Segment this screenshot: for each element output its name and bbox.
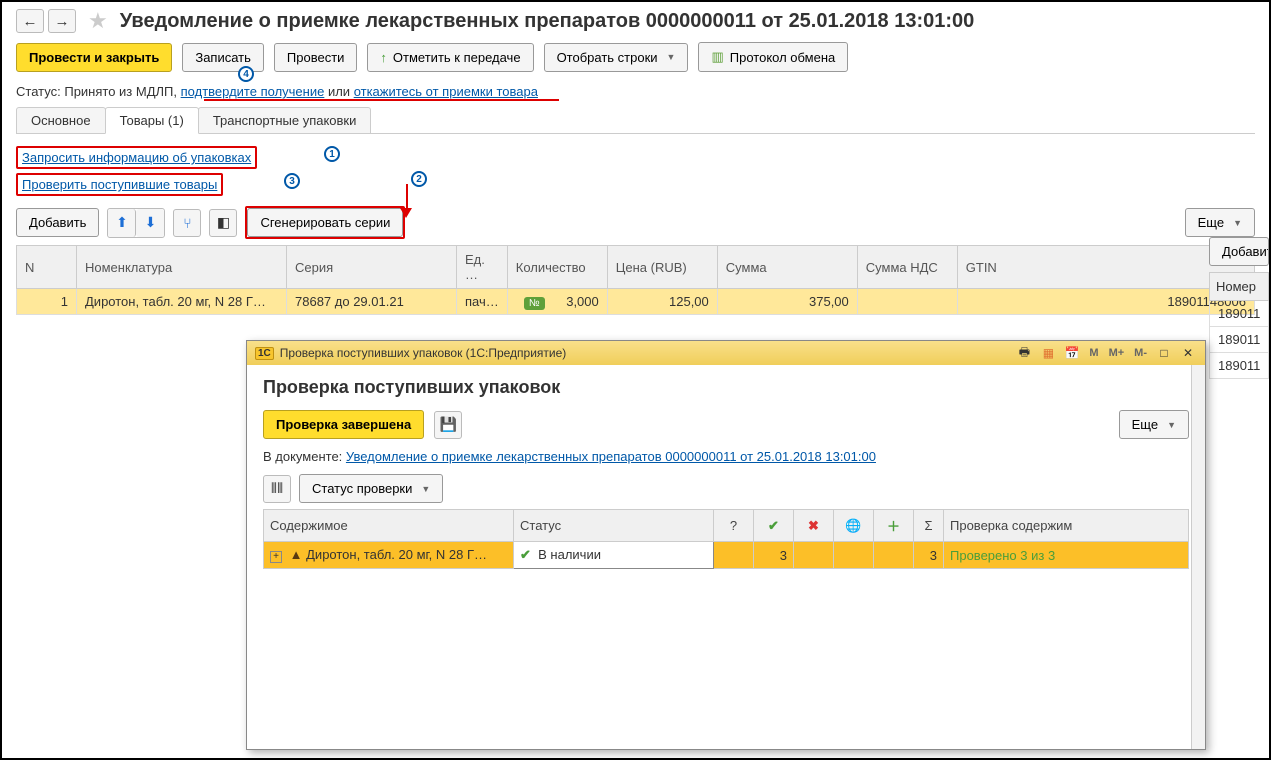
col-price[interactable]: Цена (RUB) [607,246,717,289]
generate-series-button[interactable]: Сгенерировать серии [247,208,403,237]
package-icon: ▲ [290,547,303,562]
callout-2: 2 [411,171,427,187]
scan-button[interactable]: ◧ [209,209,237,237]
memory-mminus-button[interactable]: M- [1132,347,1149,359]
chevron-down-icon: ▼ [1167,420,1176,430]
grid-icon[interactable]: ▦ [1039,345,1057,361]
col-cross[interactable]: ✖ [794,510,834,542]
check-results-table: Содержимое Статус ? ✔ ✖ 🌐 ＋ Σ Проверка с… [263,509,1189,569]
check-packages-dialog: 1C Проверка поступивших упаковок (1С:Пре… [246,340,1206,750]
chevron-down-icon: ▼ [1233,218,1242,228]
status-label: Статус: [16,84,61,99]
col-n[interactable]: N [17,246,77,289]
tab-packages[interactable]: Транспортные упаковки [198,107,372,133]
col-question[interactable]: ? [714,510,754,542]
callout-3: 3 [284,173,300,189]
add-row-button-side[interactable]: Добавить [1209,237,1269,266]
col-nomenclature[interactable]: Номенклатура [77,246,287,289]
status-value: Принято из МДЛП, [64,84,177,99]
reject-receipt-link[interactable]: откажитесь от приемки товара [354,84,538,99]
mark-transfer-button[interactable]: ↑ Отметить к передаче [367,43,533,72]
globe-icon: 🌐 [845,518,861,533]
print-icon[interactable]: 🖶 [1015,345,1033,361]
scrollbar[interactable] [1191,365,1205,749]
table-row[interactable]: 1 Диротон, табл. 20 мг, N 28 Г… 78687 до… [17,289,1255,315]
forward-button[interactable]: → [48,9,76,33]
chevron-down-icon: ▼ [421,484,430,494]
table-row[interactable]: + ▲ Диротон, табл. 20 мг, N 28 Г… ✔ В на… [264,542,1189,569]
close-icon[interactable]: ✕ [1179,345,1197,361]
col-qty[interactable]: Количество [507,246,607,289]
more-button[interactable]: Еще ▼ [1185,208,1255,237]
filter-button[interactable]: ⑂ [173,209,201,237]
request-package-info-link[interactable]: Запросить информацию об упаковках [22,150,251,165]
confirm-receipt-link[interactable]: подтвердите получение [181,84,325,99]
post-button[interactable]: Провести [274,43,358,72]
col-sigma[interactable]: Σ [914,510,944,542]
modal-more-button[interactable]: Еще ▼ [1119,410,1189,439]
col-status[interactable]: Статус [514,510,714,542]
col-unit[interactable]: Ед. … [457,246,508,289]
move-down-button[interactable]: ⬇ [136,209,164,237]
check-icon: ✔ [520,547,531,562]
check-incoming-goods-link[interactable]: Проверить поступившие товары [22,177,217,192]
app-icon: 1C [255,347,274,360]
table-row[interactable]: 189011 [1210,353,1269,379]
document-icon: ▥ [711,49,723,65]
col-number[interactable]: Номер [1210,273,1269,301]
callout-1: 1 [324,146,340,162]
callout-4: 4 [238,66,254,82]
save-icon-button[interactable]: 💾 [434,411,462,439]
col-vat[interactable]: Сумма НДС [857,246,957,289]
memory-mplus-button[interactable]: M+ [1107,347,1127,359]
check-icon: ✔ [768,518,779,533]
side-table: Номер 189011 189011 189011 [1209,272,1269,379]
tab-main[interactable]: Основное [16,107,106,133]
col-check-content[interactable]: Проверка содержим [944,510,1189,542]
maximize-icon[interactable]: □ [1155,345,1173,361]
col-globe[interactable]: 🌐 [834,510,874,542]
document-link[interactable]: Уведомление о приемке лекарственных преп… [346,449,876,464]
doc-label: В документе: [263,449,342,464]
tab-goods[interactable]: Товары (1) [105,107,199,134]
goods-table: N Номенклатура Серия Ед. … Количество Це… [16,245,1255,315]
back-button[interactable]: ← [16,9,44,33]
cross-icon: ✖ [808,518,819,533]
check-complete-button[interactable]: Проверка завершена [263,410,424,439]
add-row-button[interactable]: Добавить [16,208,99,237]
col-content[interactable]: Содержимое [264,510,514,542]
move-up-button[interactable]: ⬆ [108,209,136,237]
exchange-protocol-button[interactable]: ▥ Протокол обмена [698,42,848,72]
window-title: Проверка поступивших упаковок (1С:Предпр… [280,346,566,360]
save-button[interactable]: Записать [182,43,264,72]
arrow-up-icon: ↑ [380,50,387,65]
star-icon[interactable]: ★ [88,8,108,34]
memory-m-button[interactable]: M [1087,347,1100,359]
plus-icon: ＋ [887,519,900,534]
annotation-arrowhead [400,208,412,218]
col-check[interactable]: ✔ [754,510,794,542]
col-series[interactable]: Серия [287,246,457,289]
chevron-down-icon: ▼ [667,52,676,62]
post-and-close-button[interactable]: Провести и закрыть [16,43,172,72]
annotation-underline [204,99,559,101]
number-badge-icon: № [524,297,545,310]
dialog-title: Проверка поступивших упаковок [263,377,1189,398]
check-status-button[interactable]: Статус проверки ▼ [299,474,443,503]
calendar-icon[interactable]: 📅 [1063,345,1081,361]
table-row[interactable]: 189011 [1210,301,1269,327]
page-title: Уведомление о приемке лекарственных преп… [120,10,975,33]
expand-icon[interactable]: + [270,551,282,563]
col-plus[interactable]: ＋ [874,510,914,542]
table-row[interactable]: 189011 [1210,327,1269,353]
col-sum[interactable]: Сумма [717,246,857,289]
barcode-icon-button[interactable]: ⦀⦀ [263,475,291,503]
select-rows-button[interactable]: Отобрать строки ▼ [544,43,689,72]
